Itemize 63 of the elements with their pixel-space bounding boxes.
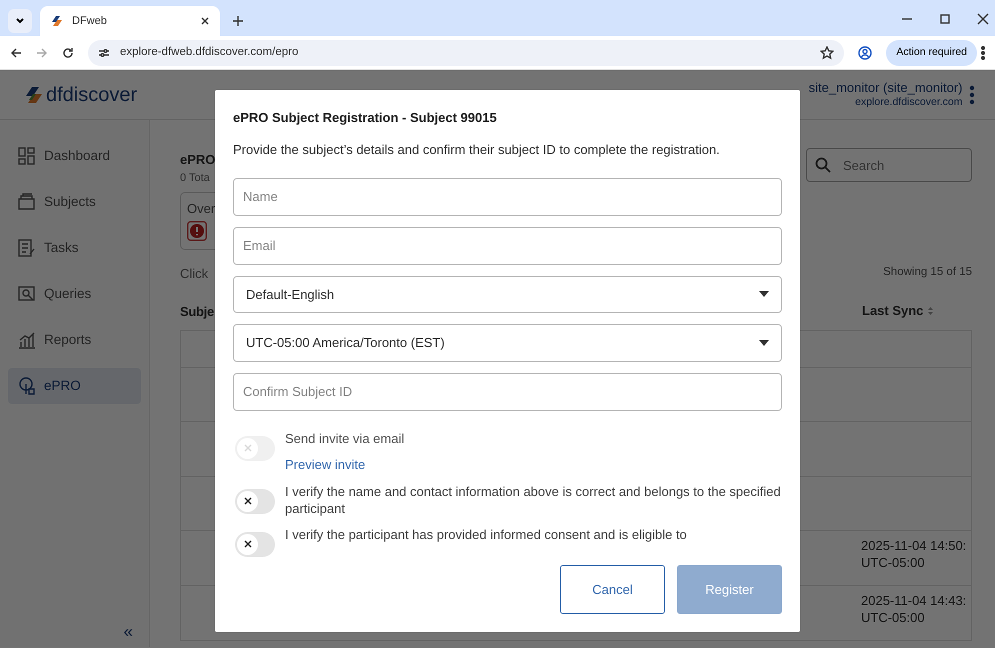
sort-icon	[927, 306, 934, 316]
column-header[interactable]: Last Sync	[862, 302, 972, 330]
folders-icon	[18, 193, 36, 211]
sidebar-item[interactable]: ePRO	[8, 368, 141, 404]
star-icon[interactable]	[820, 46, 834, 60]
table-cell-text: UTC-05:00	[861, 554, 926, 572]
checklist-icon	[18, 239, 36, 257]
caret-icon	[759, 291, 769, 298]
toggle-switch[interactable]	[235, 488, 275, 514]
profile-icon[interactable]	[858, 46, 872, 60]
dialog-title: ePRO Subject Registration - Subject 99015	[233, 110, 498, 126]
page-title: ePRO	[180, 151, 216, 169]
cross-icon	[244, 540, 252, 548]
close-icon[interactable]	[200, 16, 210, 26]
bar-chart-icon	[18, 331, 36, 349]
search-field[interactable]: Search	[806, 148, 972, 182]
sidebar-item[interactable]: Queries	[8, 276, 141, 312]
logo-text: dfdiscover	[46, 82, 138, 108]
input-field[interactable]: Confirm Subject ID	[233, 373, 782, 411]
logo-icon	[50, 14, 64, 28]
sidebar-item[interactable]: Subjects	[8, 184, 141, 220]
more-icon[interactable]	[981, 46, 985, 60]
browser-tab[interactable]: DFweb	[40, 6, 220, 36]
table-cell-text: 2025-11-04 14:43:	[861, 592, 968, 610]
action-required-button[interactable]: Action required	[886, 40, 977, 66]
collapse-button[interactable]: «	[118, 618, 139, 645]
grid-icon	[18, 147, 36, 165]
sidebar-item[interactable]: Dashboard	[8, 138, 141, 174]
tab-list-button[interactable]	[8, 9, 32, 33]
caret-icon	[759, 340, 769, 346]
user-name[interactable]: site_monitor (site_monitor)	[808, 80, 962, 96]
reload-icon[interactable]	[62, 46, 74, 58]
sidebar-item[interactable]: Tasks	[8, 230, 141, 266]
close-icon[interactable]	[977, 13, 989, 25]
chevron-down-icon	[15, 16, 25, 26]
maximize-icon[interactable]	[939, 13, 951, 25]
table-cell-text: 2025-11-04 14:50:	[861, 536, 968, 554]
host-name: explore.dfdiscover.com	[854, 96, 962, 110]
page-subtitle: 0 Tota	[180, 170, 211, 186]
result-count: Showing 15 of 15	[883, 265, 972, 280]
hint-text: Click	[180, 265, 208, 283]
back-icon[interactable]	[10, 46, 22, 58]
toggle-label: Send invite via email	[285, 430, 404, 448]
search-icon	[815, 157, 831, 173]
new-tab-icon[interactable]	[232, 15, 244, 27]
site-settings-icon[interactable]	[98, 46, 110, 58]
toggle-switch[interactable]	[235, 532, 275, 557]
cross-icon	[244, 497, 252, 506]
search-document-icon	[18, 285, 36, 303]
sidebar-item[interactable]: Reports	[8, 322, 141, 358]
input-field[interactable]: Email	[233, 226, 782, 265]
dialog-description: Provide the subject’s details and confirm their subject ID to complete the registration.	[233, 140, 721, 159]
cancel-button[interactable]: Cancel	[560, 565, 665, 614]
alert-icon	[187, 220, 207, 240]
tab-title: DFweb	[72, 14, 108, 29]
select-field[interactable]: Default-English	[233, 276, 782, 314]
card-label: Over	[187, 200, 216, 218]
cross-icon	[244, 444, 252, 452]
table-cell-text: UTC-05:00	[861, 609, 926, 627]
toggle-label: I verify the participant has provided informed consent and is eligible to	[285, 526, 687, 544]
input-field[interactable]: Name	[233, 178, 782, 216]
toggle-label: I verify the name and contact information above is correct and belongs to the specified participant	[285, 482, 782, 518]
select-field[interactable]: UTC-05:00 America/Toronto (EST)	[233, 324, 782, 362]
